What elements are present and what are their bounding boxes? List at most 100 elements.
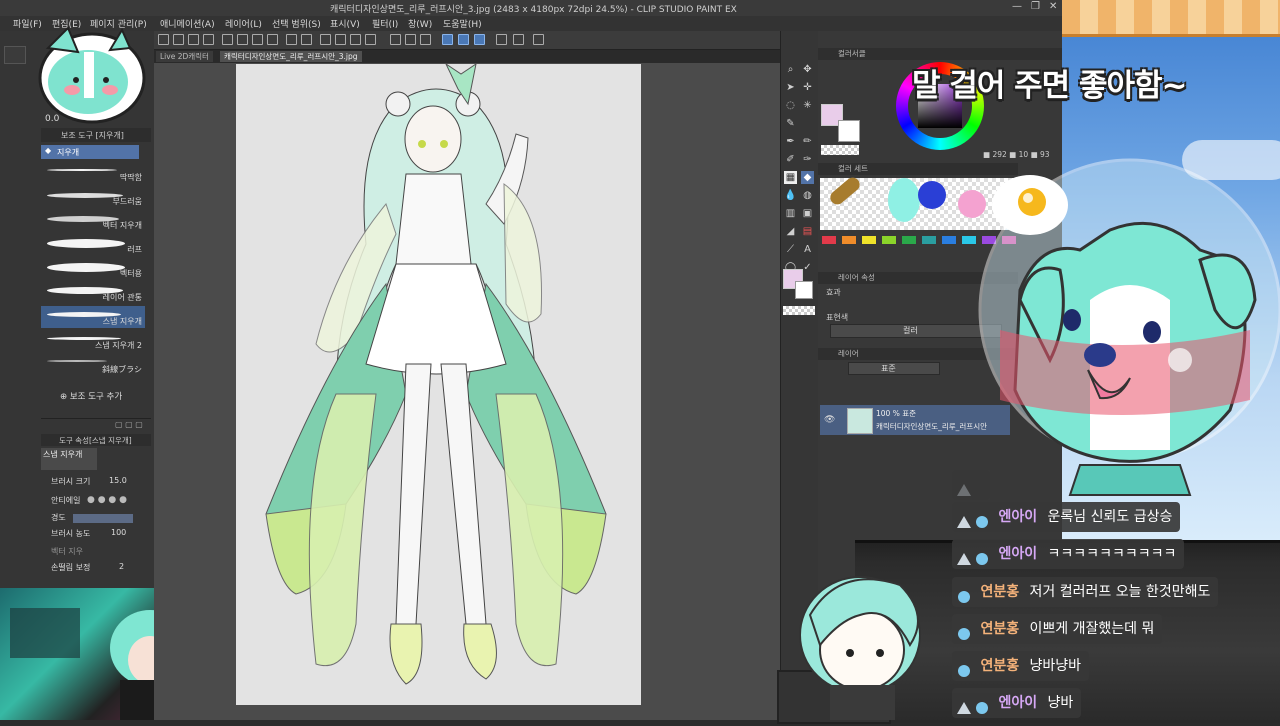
chat-nick: 연분홍: [980, 621, 1020, 637]
color-swatch[interactable]: [942, 236, 956, 244]
menu-help[interactable]: 도움말(H): [443, 17, 482, 30]
pencil-tool-icon[interactable]: ✏: [801, 135, 814, 148]
brush-item[interactable]: 레이어 관통: [41, 282, 145, 304]
snap-ruler-icon[interactable]: [405, 34, 416, 45]
prop-brush-size[interactable]: 브러시 크기 15.0: [41, 476, 149, 490]
brush-item[interactable]: 벡터용: [41, 258, 145, 280]
brush-item[interactable]: 스냅 지우개 2: [41, 330, 145, 352]
fill-icon[interactable]: [350, 34, 361, 45]
snap-perspective-icon[interactable]: [458, 34, 469, 45]
eyedropper-icon[interactable]: ✎: [784, 117, 797, 130]
transform-icon[interactable]: [320, 34, 331, 45]
new-file-icon[interactable]: [173, 34, 184, 45]
transparent-color-swatch[interactable]: [783, 306, 815, 315]
drawing-canvas[interactable]: [236, 64, 641, 705]
move-tool-icon[interactable]: ✥: [801, 63, 814, 76]
text-tool-icon[interactable]: A: [801, 243, 814, 256]
snap-vector-icon[interactable]: [474, 34, 485, 45]
gradient-tool-icon[interactable]: ▥: [784, 207, 797, 220]
menu-layer[interactable]: 레이어(L): [225, 17, 262, 30]
color-swatch[interactable]: [862, 236, 876, 244]
swatch-mint[interactable]: [888, 178, 920, 222]
crop-icon[interactable]: [365, 34, 376, 45]
airbrush-icon[interactable]: ✑: [801, 153, 814, 166]
antialias-options[interactable]: ● ● ● ●: [87, 495, 127, 505]
clear-icon[interactable]: [252, 34, 263, 45]
brush-item[interactable]: 부드러움: [41, 186, 145, 208]
undo-icon[interactable]: [222, 34, 233, 45]
brush-item-selected[interactable]: 스냅 지우개: [41, 306, 145, 328]
color-swatch[interactable]: [902, 236, 916, 244]
transparent-color-box[interactable]: [821, 145, 859, 155]
brush-label: 딱딱함: [119, 173, 142, 182]
swatch-blue[interactable]: [918, 181, 946, 209]
operation-tool-icon[interactable]: ➤: [784, 81, 797, 94]
brush-item[interactable]: 벡터 지우개: [41, 210, 145, 232]
prop-antialias[interactable]: 안티에일 ● ● ● ●: [41, 495, 149, 509]
line-tool-icon[interactable]: ⟋: [784, 243, 797, 256]
chat-message: 엔아이 ㅋㅋㅋㅋㅋㅋㅋㅋㅋㅋ: [952, 539, 1185, 569]
fill-tool-icon[interactable]: ◍: [801, 189, 814, 202]
document-tabs: Live 2D캐릭터 캐릭터디자인상면도_리루_러프시안_3.jpg: [154, 50, 780, 63]
prop-label: 브러시 농도: [51, 529, 91, 538]
hardness-slider[interactable]: [73, 514, 133, 523]
menu-animation[interactable]: 애니메이션(A): [160, 17, 215, 30]
layer-move-icon[interactable]: ✛: [801, 81, 814, 94]
sub-color-box[interactable]: [838, 120, 860, 142]
rotate-icon[interactable]: [513, 34, 524, 45]
open-file-icon[interactable]: [188, 34, 199, 45]
tab-live2d[interactable]: Live 2D캐릭터: [156, 51, 213, 62]
add-subtool-button[interactable]: ⊕ 보조 도구 추가: [60, 390, 122, 402]
zoom-tool-icon[interactable]: ⌕: [784, 63, 797, 76]
brush-item[interactable]: 딱딱함: [41, 162, 145, 184]
brush-item[interactable]: 斜線ブラシ: [41, 354, 145, 376]
flip-icon[interactable]: [496, 34, 507, 45]
prop-stabilization[interactable]: 손떨림 보정 2: [41, 562, 149, 576]
prop-hardness[interactable]: 경도: [41, 512, 149, 526]
frame-tool-icon[interactable]: ▤: [801, 225, 814, 238]
fan-badge-icon: [974, 547, 990, 565]
color-swatch[interactable]: [882, 236, 896, 244]
minimize-button[interactable]: —: [1012, 1, 1022, 12]
color-swatch[interactable]: [842, 236, 856, 244]
eraser-tool-icon[interactable]: ▦: [784, 171, 797, 184]
decoration-tool-icon[interactable]: ◆: [801, 171, 814, 184]
subtool-group-tab[interactable]: ◆ 지우개: [41, 145, 139, 159]
redo-icon[interactable]: [237, 34, 248, 45]
brush-item[interactable]: 러프: [41, 234, 145, 256]
pen-tool-icon[interactable]: ✒: [784, 135, 797, 148]
brush-tool-icon[interactable]: ✐: [784, 153, 797, 166]
save-icon[interactable]: [203, 34, 214, 45]
menu-view[interactable]: 표시(V): [330, 17, 360, 30]
sub-color-swatch[interactable]: [795, 281, 813, 299]
window-titlebar: 캐릭터디자인상면도_리루_러프시안_3.jpg (2483 x 4180px 7…: [0, 0, 1062, 16]
ruler-tool-icon[interactable]: ◢: [784, 225, 797, 238]
eye-icon[interactable]: 👁: [824, 415, 835, 425]
color-swatch[interactable]: [822, 236, 836, 244]
blend-mode-select[interactable]: 표준: [848, 362, 940, 375]
close-button[interactable]: ✕: [1049, 1, 1057, 12]
color-swatch[interactable]: [922, 236, 936, 244]
tab-current-document[interactable]: 캐릭터디자인상면도_리루_러프시안_3.jpg: [220, 51, 362, 62]
menu-window[interactable]: 창(W): [408, 17, 432, 30]
copy-icon[interactable]: [286, 34, 297, 45]
swatch-brown[interactable]: [827, 174, 863, 208]
magic-wand-icon[interactable]: ✳: [801, 99, 814, 112]
snap-special-icon[interactable]: [442, 34, 453, 45]
lasso-tool-icon[interactable]: ◌: [784, 99, 797, 112]
prop-vector-eraser[interactable]: 벡터 지우: [41, 546, 149, 560]
figure-tool-icon[interactable]: ▣: [801, 207, 814, 220]
subtool-footer-icons[interactable]: ▢ ▢ ▢: [115, 420, 143, 429]
snap-grid-icon[interactable]: [420, 34, 431, 45]
prop-brush-density[interactable]: 브러시 농도 100: [41, 528, 149, 542]
blend-tool-icon[interactable]: 💧: [784, 189, 797, 202]
maximize-button[interactable]: ❐: [1031, 1, 1040, 12]
deselect-icon[interactable]: [335, 34, 346, 45]
star-icon[interactable]: [4, 46, 26, 64]
snap-off-icon[interactable]: [390, 34, 401, 45]
cut-icon[interactable]: [267, 34, 278, 45]
window-icon[interactable]: [533, 34, 544, 45]
paste-icon[interactable]: [301, 34, 312, 45]
menu-filter[interactable]: 필터(I): [372, 17, 398, 30]
menu-selection[interactable]: 선택 범위(S): [272, 17, 321, 30]
